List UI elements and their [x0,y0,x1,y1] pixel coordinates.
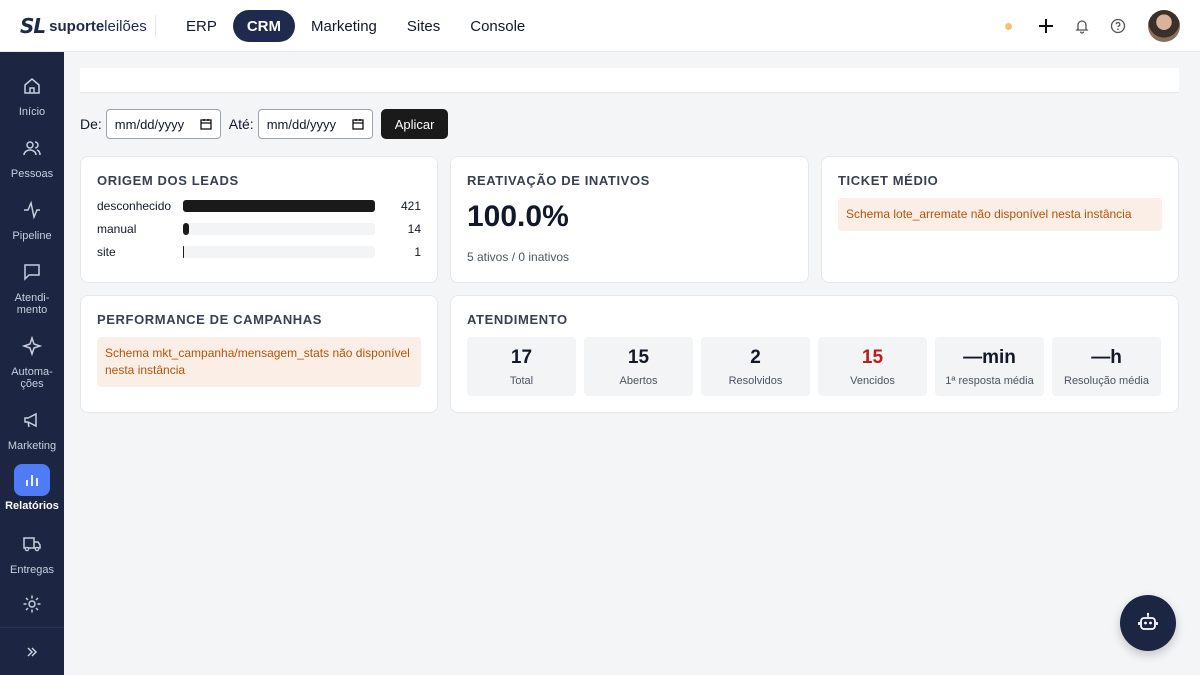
to-date-input[interactable]: mm/dd/yyyy [257,109,373,139]
sidebar-item-automacoes[interactable]: Automa- ções [0,330,64,390]
reactivation-card: REATIVAÇÃO DE INATIVOS 100.0% 5 ativos /… [450,156,809,283]
stat-abertos: 15 Abertos [584,337,693,396]
megaphone-icon [14,404,50,436]
support-card: ATENDIMENTO 17 Total 15 Abertos 2 Resolv… [450,295,1179,413]
lead-bar [183,222,190,235]
card-title: ATENDIMENTO [467,312,568,327]
top-bar: SL suporteleilões ERP CRM Marketing Site… [0,0,1200,52]
stat-first-response: —min 1ª resposta média [935,337,1044,396]
sidebar-item-label: Entregas [9,564,55,576]
support-stats: 17 Total 15 Abertos 2 Resolvidos 15 Venc… [467,337,1162,396]
sidebar-item-label: Pessoas [10,168,54,180]
calendar-icon [352,119,364,130]
gear-icon [14,588,50,620]
schema-warning: Schema mkt_campanha/mensagem_stats não d… [97,337,421,387]
lead-bar [183,245,185,258]
status-dot [1005,22,1012,30]
pipeline-icon [14,194,50,226]
robot-icon [1138,612,1158,630]
nav-erp[interactable]: ERP [172,10,231,42]
stat-resolution: —h Resolução média [1052,337,1161,396]
lead-row: desconhecido 421 [97,198,421,213]
leads-origin-card: ORIGEM DOS LEADS desconhecido 421 manual… [80,156,438,283]
sidebar-item-atendimento[interactable]: Atendi- mento [0,256,64,316]
ticket-card: TICKET MÉDIO Schema lote_arremate não di… [821,156,1179,283]
date-filters: De: mm/dd/yyyy Até: mm/dd/yyyy Aplicar [80,109,449,139]
sparkle-icon [14,330,50,362]
bar-chart-icon [14,464,50,496]
avatar[interactable] [1148,10,1180,42]
sidebar-item-label: Relatórios [5,500,59,512]
home-icon [14,70,50,102]
chat-icon [14,256,50,288]
brand-name: suporteleilões [49,17,147,35]
chevrons-right-icon [27,646,38,657]
sidebar-item-label: Início [18,106,46,118]
truck-icon [14,528,50,560]
divider [155,15,156,37]
lead-bar [183,199,375,212]
brand-logo[interactable]: SL suporteleilões [20,14,147,38]
card-title: PERFORMANCE DE CAMPANHAS [97,312,323,327]
card-title: TICKET MÉDIO [838,173,939,188]
page-header-bar [80,68,1179,93]
reactivation-value: 100.0% [467,200,569,233]
card-title: REATIVAÇÃO DE INATIVOS [467,173,650,188]
sidebar-item-inicio[interactable]: Início [0,70,64,118]
lead-row: site 1 [97,244,421,259]
bell-icon[interactable] [1070,14,1094,38]
sidebar: Início Pessoas Pipeline Atendi- mento Au… [0,52,64,675]
top-nav: ERP CRM Marketing Sites Console [172,10,539,42]
nav-sites[interactable]: Sites [393,10,454,42]
sidebar-item-label: Automa- ções [11,366,53,390]
assistant-button[interactable] [1120,595,1176,651]
from-label: De: [80,116,102,132]
sidebar-item-label: Atendi- mento [14,292,50,316]
campaigns-card: PERFORMANCE DE CAMPANHAS Schema mkt_camp… [80,295,438,413]
to-label: Até: [228,116,254,132]
people-icon [14,132,50,164]
stat-total: 17 Total [467,337,576,396]
sidebar-item-label: Pipeline [12,230,52,242]
nav-console[interactable]: Console [456,10,539,42]
card-title: ORIGEM DOS LEADS [97,173,239,188]
apply-button[interactable]: Aplicar [380,109,449,139]
sidebar-item-relatorios[interactable]: Relatórios [0,464,64,512]
nav-crm[interactable]: CRM [232,10,296,42]
sidebar-item-pessoas[interactable]: Pessoas [0,132,64,180]
sidebar-expand-button[interactable] [0,627,64,675]
lead-row: manual 14 [97,221,421,236]
sidebar-item-entregas[interactable]: Entregas [0,528,64,576]
nav-marketing[interactable]: Marketing [297,10,391,42]
sidebar-item-label: Marketing [7,440,57,452]
from-date-input[interactable]: mm/dd/yyyy [105,109,221,139]
plus-icon[interactable] [1034,14,1058,38]
help-icon[interactable] [1106,14,1130,38]
leads-list: desconhecido 421 manual 14 site 1 [97,194,421,263]
top-actions [1005,10,1180,42]
sidebar-item-marketing[interactable]: Marketing [0,404,64,452]
stat-resolvidos: 2 Resolvidos [701,337,810,396]
sidebar-item-pipeline[interactable]: Pipeline [0,194,64,242]
stat-vencidos: 15 Vencidos [818,337,927,396]
brand-mark: SL [20,14,46,38]
schema-warning: Schema lote_arremate não disponível nest… [838,198,1162,231]
sidebar-item-settings[interactable] [0,588,64,624]
reactivation-sub: 5 ativos / 0 inativos [467,250,570,264]
calendar-icon [200,119,212,130]
main-content: De: mm/dd/yyyy Até: mm/dd/yyyy Aplicar O… [64,52,1200,675]
